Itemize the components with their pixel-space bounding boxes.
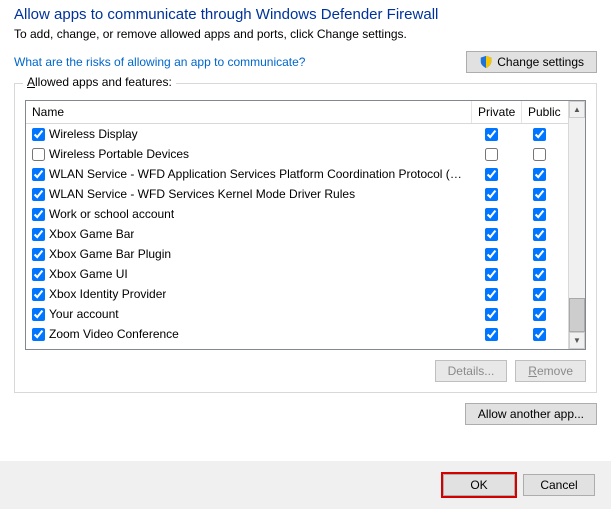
row-enable-checkbox[interactable]: [32, 128, 45, 141]
cancel-button[interactable]: Cancel: [523, 474, 595, 496]
allowed-apps-group: Allowed apps and features: Name Private …: [14, 83, 597, 393]
row-name: Wireless Portable Devices: [49, 147, 189, 161]
row-public-checkbox[interactable]: [533, 128, 546, 141]
table-row[interactable]: Xbox Game Bar: [26, 224, 568, 244]
row-enable-checkbox[interactable]: [32, 308, 45, 321]
row-private-checkbox[interactable]: [485, 208, 498, 221]
row-private-checkbox[interactable]: [485, 148, 498, 161]
change-settings-label: Change settings: [497, 55, 584, 69]
group-label-accel: A: [27, 75, 35, 89]
row-enable-checkbox[interactable]: [32, 168, 45, 181]
row-private-checkbox[interactable]: [485, 228, 498, 241]
row-public-checkbox[interactable]: [533, 168, 546, 181]
allowed-apps-list[interactable]: Name Private Public Wireless DisplayWire…: [25, 100, 586, 350]
row-name: Xbox Game Bar: [49, 227, 134, 241]
table-row[interactable]: Zoom Video Conference: [26, 324, 568, 344]
ok-button[interactable]: OK: [443, 474, 515, 496]
table-row[interactable]: Your account: [26, 304, 568, 324]
list-rows: Wireless Display Wireless Portable Device…: [26, 124, 568, 349]
row-public-checkbox[interactable]: [533, 328, 546, 341]
row-enable-checkbox[interactable]: [32, 188, 45, 201]
row-enable-checkbox[interactable]: [32, 248, 45, 261]
table-row[interactable]: Wireless Portable Devices: [26, 144, 568, 164]
dialog-footer: OK Cancel: [0, 461, 611, 509]
row-public-checkbox[interactable]: [533, 308, 546, 321]
row-enable-checkbox[interactable]: [32, 208, 45, 221]
page-title: Allow apps to communicate through Window…: [14, 0, 597, 23]
allow-another-app-button[interactable]: Allow another app...: [465, 403, 597, 425]
change-settings-button[interactable]: Change settings: [466, 51, 597, 73]
header-private[interactable]: Private: [472, 101, 522, 123]
row-name: Xbox Identity Provider: [49, 287, 166, 301]
remove-button: Remove: [515, 360, 586, 382]
row-public-checkbox[interactable]: [533, 208, 546, 221]
row-private-checkbox[interactable]: [485, 128, 498, 141]
table-row[interactable]: Work or school account: [26, 204, 568, 224]
table-row[interactable]: Wireless Display: [26, 124, 568, 144]
group-label: Allowed apps and features:: [23, 75, 176, 89]
row-enable-checkbox[interactable]: [32, 268, 45, 281]
group-label-text: llowed apps and features:: [35, 75, 172, 89]
scroll-track[interactable]: [569, 118, 585, 332]
row-public-checkbox[interactable]: [533, 268, 546, 281]
row-private-checkbox[interactable]: [485, 188, 498, 201]
row-public-checkbox[interactable]: [533, 288, 546, 301]
scroll-up-icon[interactable]: ▲: [569, 101, 585, 118]
row-name: Work or school account: [49, 207, 174, 221]
table-row[interactable]: Xbox Game Bar Plugin: [26, 244, 568, 264]
row-name: Xbox Game UI: [49, 267, 128, 281]
row-public-checkbox[interactable]: [533, 228, 546, 241]
shield-icon: [479, 55, 493, 69]
header-public[interactable]: Public: [522, 101, 568, 123]
row-public-checkbox[interactable]: [533, 188, 546, 201]
row-public-checkbox[interactable]: [533, 148, 546, 161]
row-enable-checkbox[interactable]: [32, 148, 45, 161]
row-private-checkbox[interactable]: [485, 308, 498, 321]
row-private-checkbox[interactable]: [485, 288, 498, 301]
row-name: Xbox Game Bar Plugin: [49, 247, 171, 261]
header-name[interactable]: Name: [26, 101, 472, 123]
page-subtitle: To add, change, or remove allowed apps a…: [14, 27, 597, 41]
table-row[interactable]: Xbox Identity Provider: [26, 284, 568, 304]
details-button: Details...: [435, 360, 508, 382]
row-name: WLAN Service - WFD Services Kernel Mode …: [49, 187, 355, 201]
scrollbar[interactable]: ▲ ▼: [568, 101, 585, 349]
row-private-checkbox[interactable]: [485, 248, 498, 261]
risks-link[interactable]: What are the risks of allowing an app to…: [14, 55, 305, 69]
list-headers: Name Private Public: [26, 101, 568, 124]
row-name: WLAN Service - WFD Application Services …: [49, 167, 466, 181]
table-row[interactable]: WLAN Service - WFD Application Services …: [26, 164, 568, 184]
remove-label: Remove: [528, 364, 573, 378]
scroll-down-icon[interactable]: ▼: [569, 332, 585, 349]
row-enable-checkbox[interactable]: [32, 228, 45, 241]
row-name: Your account: [49, 307, 119, 321]
row-enable-checkbox[interactable]: [32, 288, 45, 301]
row-enable-checkbox[interactable]: [32, 328, 45, 341]
row-name: Wireless Display: [49, 127, 138, 141]
scroll-thumb[interactable]: [569, 298, 585, 332]
row-private-checkbox[interactable]: [485, 268, 498, 281]
table-row[interactable]: Xbox Game UI: [26, 264, 568, 284]
row-private-checkbox[interactable]: [485, 328, 498, 341]
table-row[interactable]: WLAN Service - WFD Services Kernel Mode …: [26, 184, 568, 204]
row-private-checkbox[interactable]: [485, 168, 498, 181]
row-name: Zoom Video Conference: [49, 327, 179, 341]
row-public-checkbox[interactable]: [533, 248, 546, 261]
